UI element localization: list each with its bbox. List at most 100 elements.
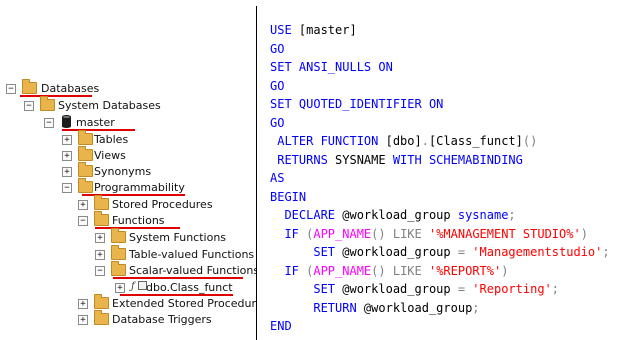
tree-node[interactable]: + Synonyms <box>0 162 256 180</box>
code-line: GO <box>270 40 284 58</box>
code-token: SET ANSI_NULLS ON <box>270 60 393 74</box>
code-token: GO <box>270 41 285 56</box>
code-token: [dbo] <box>385 134 422 148</box>
tree-node[interactable]: + Table-valued Functions <box>0 245 256 263</box>
expand-toggle-icon[interactable]: + <box>95 250 105 260</box>
code-token: WITH SCHEMABINDING <box>392 152 523 167</box>
tree-node-label[interactable]: Synonyms <box>94 164 151 180</box>
code-token: ; <box>472 300 480 315</box>
code-token: = <box>457 282 473 296</box>
code-line: DECLARE @workload_group sysname; <box>270 206 516 224</box>
code-token: IF <box>270 263 307 278</box>
code-line: ALTER FUNCTION [dbo].[Class_funct]() <box>270 132 537 150</box>
tree-node-label[interactable]: Table-valued Functions <box>129 247 254 263</box>
code-token: @workload_group <box>342 282 458 296</box>
expand-toggle-icon[interactable]: + <box>62 151 72 161</box>
code-token: SET <box>270 282 343 296</box>
code-token: GO <box>270 78 285 93</box>
pane-divider <box>256 6 257 340</box>
code-token: () <box>371 263 393 278</box>
code-line: RETURNS SYSNAME WITH SCHEMABINDING <box>270 151 523 169</box>
expand-toggle-icon[interactable]: + <box>78 315 88 325</box>
annotation-underline <box>95 227 180 229</box>
tree-node[interactable]: + System Functions <box>0 228 256 246</box>
code-token: ) <box>580 226 588 241</box>
code-token: SET <box>270 245 343 259</box>
tree-node-label[interactable]: Views <box>94 148 126 164</box>
code-line: SET @workload_group = 'Reporting'; <box>270 280 559 298</box>
collapse-toggle-icon[interactable]: − <box>6 84 16 94</box>
tree-node[interactable]: + Extended Stored Procedures <box>0 294 256 312</box>
folder-icon <box>111 228 126 243</box>
code-token: END <box>270 319 292 333</box>
code-token: ) <box>501 263 509 278</box>
code-token: RETURN <box>270 300 364 315</box>
code-line: USE [master] <box>270 21 357 39</box>
code-token: LIKE <box>392 263 429 278</box>
tree-node-label[interactable]: Extended Stored Procedures <box>112 296 256 312</box>
annotation-underline <box>62 129 135 131</box>
object-explorer-tree[interactable]: − Databases − System Databases − master + Table… <box>0 0 256 340</box>
expand-toggle-icon[interactable]: + <box>62 135 72 145</box>
sql-code-editor[interactable]: USE [master] GO SET ANSI_NULLS ON GO SET QUO… <box>258 0 640 340</box>
annotation-underline <box>113 277 243 279</box>
folder-icon <box>94 310 109 325</box>
expand-toggle-icon[interactable]: + <box>95 233 105 243</box>
code-line: SET QUOTED_IDENTIFIER ON <box>270 95 443 113</box>
tree-node[interactable]: + Stored Procedures <box>0 195 256 213</box>
tree-node-label[interactable]: Tables <box>94 132 128 148</box>
code-token: '%MANAGEMENT STUDIO%' <box>428 226 581 241</box>
folder-icon <box>22 79 37 94</box>
tree-node[interactable]: + Database Triggers <box>0 310 256 328</box>
code-line: SET ANSI_NULLS ON <box>270 58 393 76</box>
folder-icon <box>111 261 126 276</box>
code-line: RETURN @workload_group; <box>270 299 480 317</box>
expand-toggle-icon[interactable]: + <box>78 200 88 210</box>
expand-toggle-icon[interactable]: + <box>62 167 72 177</box>
folder-icon <box>40 96 55 111</box>
code-token: APP_NAME <box>313 226 372 241</box>
code-token: [Class_funct] <box>428 134 523 148</box>
expand-toggle-icon[interactable]: + <box>115 283 125 293</box>
code-line: GO <box>270 77 284 95</box>
expand-toggle-icon[interactable]: + <box>78 299 88 309</box>
code-token: SYSNAME <box>335 152 393 167</box>
tree-node-label[interactable]: Stored Procedures <box>112 197 213 213</box>
tree-node-label[interactable]: Database Triggers <box>112 312 212 328</box>
collapse-toggle-icon[interactable]: − <box>62 183 72 193</box>
folder-icon <box>78 146 93 161</box>
code-token: . <box>421 134 429 148</box>
code-token: APP_NAME <box>313 263 372 278</box>
folder-icon <box>78 162 93 177</box>
folder-icon <box>111 245 126 260</box>
code-token: ; <box>602 245 610 259</box>
tree-node-label[interactable]: System Functions <box>129 230 226 246</box>
collapse-toggle-icon[interactable]: − <box>78 216 88 226</box>
folder-icon <box>94 195 109 210</box>
scalar-function-icon: ƒ <box>131 280 147 293</box>
code-token: ; <box>551 282 560 296</box>
tree-node-label[interactable]: System Databases <box>58 98 161 114</box>
tree-node[interactable]: − System Databases <box>0 96 256 114</box>
folder-icon <box>94 294 109 309</box>
code-token: GO <box>270 115 285 130</box>
code-line: IF (APP_NAME() LIKE '%REPORT%') <box>270 262 508 280</box>
code-line: IF (APP_NAME() LIKE '%MANAGEMENT STUDIO%… <box>270 225 588 243</box>
collapse-toggle-icon[interactable]: − <box>95 266 105 276</box>
code-token: ; <box>508 208 516 222</box>
code-line: AS <box>270 169 284 187</box>
code-token: @workload_group <box>342 208 458 222</box>
code-line: BEGIN <box>270 188 306 206</box>
collapse-toggle-icon[interactable]: − <box>24 101 34 111</box>
code-token: [master] <box>298 23 357 37</box>
code-token: @workload_group <box>363 300 473 315</box>
code-line: SET @workload_group = 'Managementstudio'… <box>270 243 610 261</box>
code-token: '%REPORT%' <box>428 263 502 278</box>
code-token: = <box>457 245 473 259</box>
tree-node[interactable]: + Tables <box>0 130 256 148</box>
code-token: 'Managementstudio' <box>472 245 603 259</box>
tree-node[interactable]: + Views <box>0 146 256 164</box>
collapse-toggle-icon[interactable]: − <box>44 118 54 128</box>
code-token: SET QUOTED_IDENTIFIER ON <box>270 97 444 111</box>
code-token: DECLARE <box>270 208 343 222</box>
